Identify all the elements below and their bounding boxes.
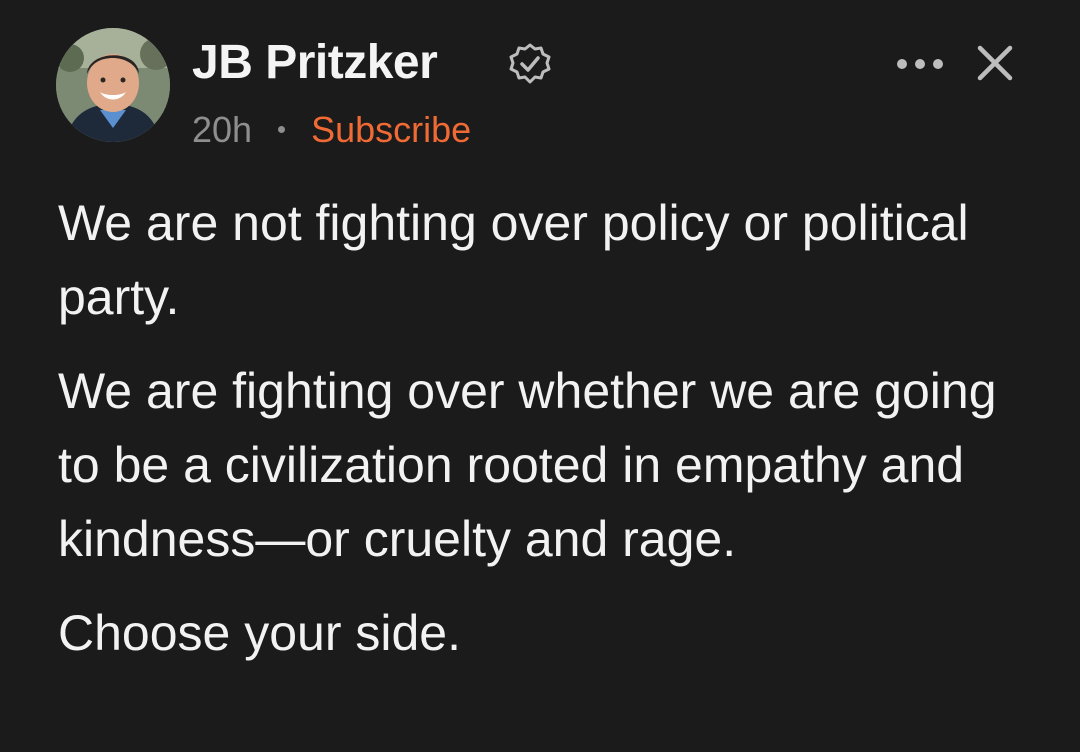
close-icon[interactable]: [974, 42, 1016, 84]
post-card: JB Pritzker 20h Subscribe We are not figh…: [0, 0, 1080, 752]
verified-check-icon: [509, 43, 551, 84]
post-timestamp: 20h: [192, 109, 253, 150]
post-paragraph: We are fighting over whether we are goin…: [58, 363, 997, 567]
post-header: JB Pritzker 20h Subscribe: [56, 28, 1020, 150]
subscribe-link[interactable]: Subscribe: [311, 109, 471, 150]
ellipsis-icon[interactable]: [894, 52, 946, 76]
avatar[interactable]: [56, 28, 170, 142]
author-name[interactable]: JB Pritzker: [192, 34, 438, 92]
post-paragraph: Choose your side.: [58, 605, 462, 661]
post-meta: 20h Subscribe: [192, 108, 471, 152]
dot-separator-icon: [278, 125, 286, 133]
avatar-image: [56, 28, 170, 142]
post-paragraph: We are not fighting over policy or polit…: [58, 195, 969, 325]
post-body: We are not fighting over policy or polit…: [58, 186, 1038, 690]
